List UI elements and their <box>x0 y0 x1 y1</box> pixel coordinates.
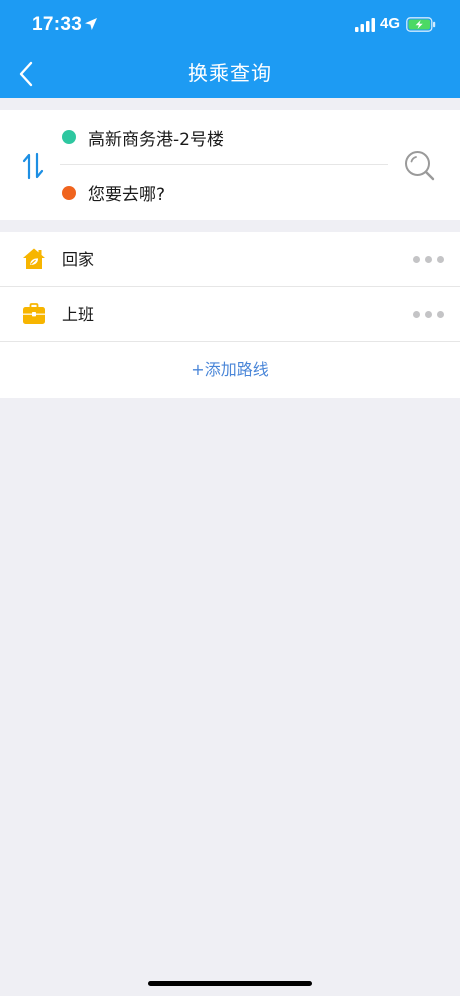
nav-bar: 换乘查询 <box>0 50 460 98</box>
destination-text: 您要去哪? <box>88 185 166 205</box>
status-time: 17:33 <box>32 14 83 35</box>
signal-icon <box>355 18 375 32</box>
battery-charging-icon <box>406 17 436 32</box>
app-screen: 17:33 4G 换乘查询 高新商务港-2号楼 您要去哪? 回家 上班 +添加路… <box>0 0 460 996</box>
swap-button[interactable] <box>16 146 50 186</box>
page-title: 换乘查询 <box>188 61 272 85</box>
more-dot <box>412 255 420 263</box>
search-icon <box>405 151 435 181</box>
home-indicator[interactable] <box>148 981 312 986</box>
more-options-button[interactable] <box>408 244 448 274</box>
location-arrow-icon <box>85 18 97 30</box>
origin-dot <box>62 130 76 144</box>
more-dot <box>424 310 432 318</box>
home-icon <box>23 248 45 269</box>
status-bar: 17:33 4G <box>0 0 460 50</box>
origin-text: 高新商务港-2号楼 <box>88 129 224 150</box>
chevron-left-icon <box>19 61 33 87</box>
more-dot <box>412 310 420 318</box>
swap-vertical-icon <box>22 152 44 180</box>
search-button[interactable] <box>400 146 440 186</box>
route-search-card: 高新商务港-2号楼 您要去哪? <box>0 110 460 220</box>
origin-field[interactable]: 高新商务港-2号楼 <box>60 110 388 165</box>
more-dot <box>436 310 444 318</box>
more-dot <box>424 255 432 263</box>
network-type: 4G <box>380 15 401 32</box>
briefcase-icon <box>23 303 45 324</box>
add-route-button[interactable]: +添加路线 <box>0 342 460 398</box>
header: 17:33 4G 换乘查询 <box>0 0 460 98</box>
destination-dot <box>62 185 76 200</box>
saved-route-label: 回家 <box>62 250 95 269</box>
destination-field[interactable]: 您要去哪? <box>60 165 388 220</box>
saved-routes-list: 回家 上班 +添加路线 <box>0 232 460 398</box>
more-dot <box>436 255 444 263</box>
saved-route-work[interactable]: 上班 <box>0 287 460 342</box>
saved-route-label: 上班 <box>62 305 95 324</box>
back-button[interactable] <box>6 54 46 94</box>
more-options-button[interactable] <box>408 299 448 329</box>
saved-route-home[interactable]: 回家 <box>0 232 460 287</box>
